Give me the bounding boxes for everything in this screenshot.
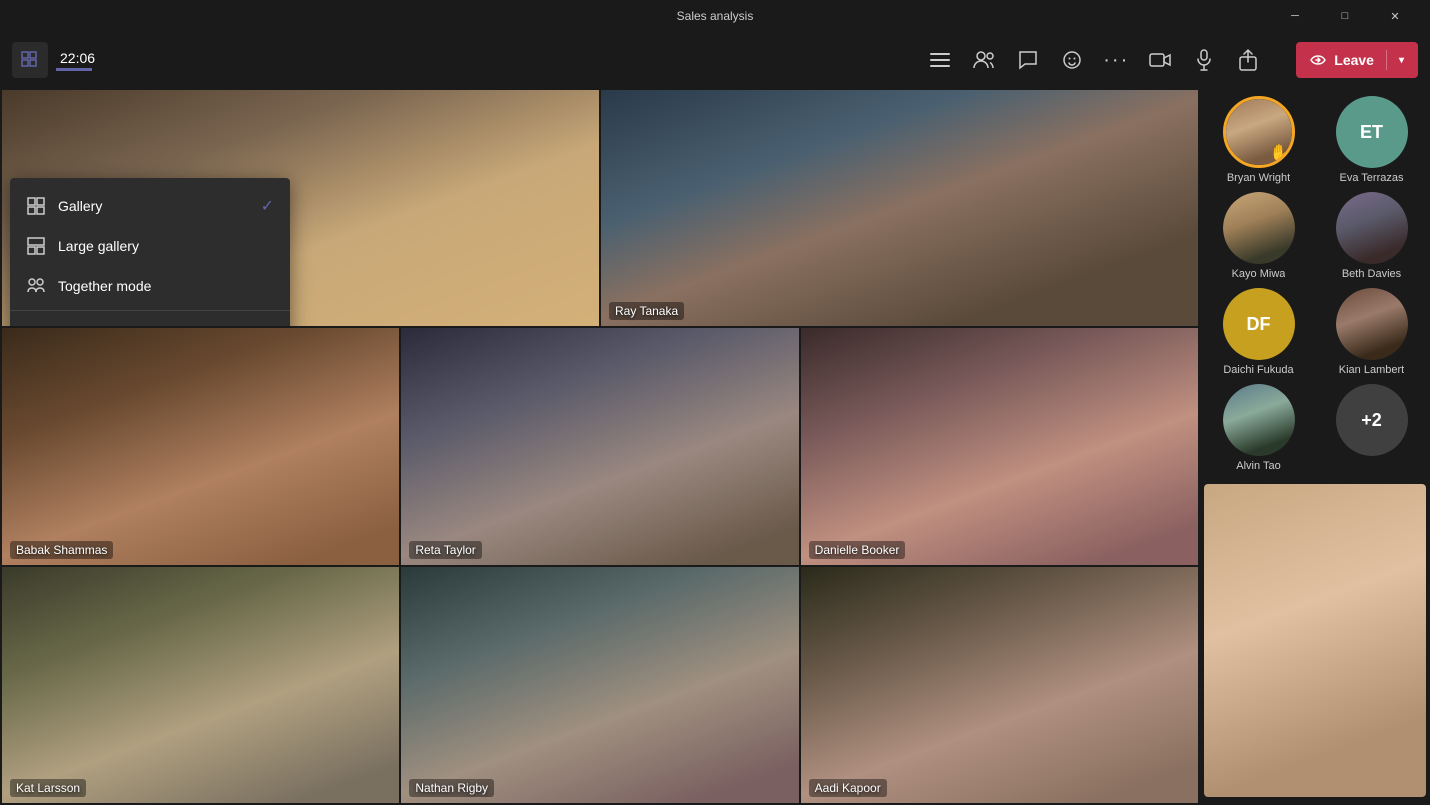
title-bar: Sales analysis ─ □ ✕ (0, 0, 1430, 32)
gallery-icon (26, 196, 46, 216)
avatar-kian (1336, 288, 1408, 360)
name-beth: Beth Davies (1342, 268, 1401, 280)
participant-daichi: DF Daichi Fukuda (1214, 288, 1304, 376)
sidebar-participants: ✋ Bryan Wright ET Eva Terrazas Kayo Miwa (1200, 88, 1430, 805)
dropdown-gallery[interactable]: Gallery ✓ (10, 186, 290, 226)
name-eva: Eva Terrazas (1340, 172, 1404, 184)
video-cell-danielle: Danielle Booker (801, 328, 1198, 564)
avatar-eva: ET (1336, 96, 1408, 168)
grid-view-button[interactable] (12, 42, 48, 78)
label-aadi: Aadi Kapoor (809, 779, 887, 797)
toolbar-icons: ··· (920, 40, 1268, 80)
share-button[interactable] (1228, 40, 1268, 80)
dropdown-divider-1 (10, 310, 290, 311)
menu-icon-button[interactable] (920, 40, 960, 80)
video-cell-reta: Reta Taylor (401, 328, 798, 564)
video-cell-aadi: Aadi Kapoor (801, 567, 1198, 803)
timer-bar (56, 68, 92, 71)
gallery-at-top-icon (26, 325, 46, 326)
name-kian: Kian Lambert (1339, 364, 1404, 376)
video-grid: Gallery ✓ Large gallery (0, 88, 1200, 805)
hand-raise-icon: ✋ (1270, 143, 1290, 163)
video-cell-krystal: Gallery ✓ Large gallery (2, 90, 599, 326)
video-cell-ray: Ray Tanaka (601, 90, 1198, 326)
label-reta: Reta Taylor (409, 541, 481, 559)
participant-bryan: ✋ Bryan Wright (1214, 96, 1304, 184)
toolbar: 22:06 (0, 32, 1430, 88)
avatar-kayo (1223, 192, 1295, 264)
view-dropdown-menu: Gallery ✓ Large gallery (10, 178, 290, 326)
app-title: Sales analysis (677, 9, 754, 23)
participant-more: +2 (1327, 384, 1417, 472)
dropdown-gallery-at-top[interactable]: Gallery at top (10, 315, 290, 326)
name-alvin: Alvin Tao (1236, 460, 1280, 472)
more-badge[interactable]: +2 (1336, 384, 1408, 456)
sidebar-row-3: DF Daichi Fukuda Kian Lambert (1204, 288, 1426, 376)
close-button[interactable]: ✕ (1372, 0, 1418, 32)
window-controls: ─ □ ✕ (1272, 0, 1418, 32)
participant-kayo: Kayo Miwa (1214, 192, 1304, 280)
video-cell-babak: Babak Shammas (2, 328, 399, 564)
gallery-check: ✓ (261, 196, 274, 216)
sidebar-row-2: Kayo Miwa Beth Davies (1204, 192, 1426, 280)
participant-beth: Beth Davies (1327, 192, 1417, 280)
avatar-bryan: ✋ (1223, 96, 1295, 168)
sidebar-bottom-video (1204, 484, 1426, 797)
together-mode-icon (26, 276, 46, 296)
maximize-button[interactable]: □ (1322, 0, 1368, 32)
video-row-3: Kat Larsson Nathan Rigby Aadi Kapoor (2, 567, 1198, 803)
leave-divider (1386, 50, 1387, 70)
leave-button[interactable]: Leave ▾ (1296, 42, 1418, 78)
mic-button[interactable] (1184, 40, 1224, 80)
large-gallery-label: Large gallery (58, 238, 139, 254)
avatar-alvin (1223, 384, 1295, 456)
gallery-label: Gallery (58, 198, 102, 214)
sidebar-row-1: ✋ Bryan Wright ET Eva Terrazas (1204, 96, 1426, 184)
label-babak: Babak Shammas (10, 541, 113, 559)
chat-icon-button[interactable] (1008, 40, 1048, 80)
participant-kian: Kian Lambert (1327, 288, 1417, 376)
camera-button[interactable] (1140, 40, 1180, 80)
call-timer: 22:06 (60, 50, 95, 66)
name-daichi: Daichi Fukuda (1223, 364, 1293, 376)
video-cell-nathan: Nathan Rigby (401, 567, 798, 803)
together-mode-label: Together mode (58, 278, 151, 294)
sidebar-row-4: Alvin Tao +2 (1204, 384, 1426, 472)
avatar-daichi: DF (1223, 288, 1295, 360)
leave-label: Leave (1334, 52, 1374, 68)
toolbar-left: 22:06 (12, 42, 95, 78)
reactions-icon-button[interactable] (1052, 40, 1092, 80)
video-row-1: Gallery ✓ Large gallery (2, 90, 1198, 326)
timer-wrapper: 22:06 (56, 50, 95, 71)
more-options-button[interactable]: ··· (1096, 40, 1136, 80)
main-content: Gallery ✓ Large gallery (0, 88, 1430, 805)
name-kayo: Kayo Miwa (1232, 268, 1286, 280)
label-kat: Kat Larsson (10, 779, 86, 797)
name-bryan: Bryan Wright (1227, 172, 1290, 184)
video-row-2: Babak Shammas Reta Taylor Danielle Booke… (2, 328, 1198, 564)
dropdown-together-mode[interactable]: Together mode (10, 266, 290, 306)
minimize-button[interactable]: ─ (1272, 0, 1318, 32)
leave-chevron[interactable]: ▾ (1399, 55, 1404, 66)
label-nathan: Nathan Rigby (409, 779, 494, 797)
avatar-beth (1336, 192, 1408, 264)
dropdown-large-gallery[interactable]: Large gallery (10, 226, 290, 266)
label-danielle: Danielle Booker (809, 541, 906, 559)
people-icon-button[interactable] (964, 40, 1004, 80)
large-gallery-icon (26, 236, 46, 256)
participant-eva: ET Eva Terrazas (1327, 96, 1417, 184)
label-ray: Ray Tanaka (609, 302, 684, 320)
participant-alvin: Alvin Tao (1214, 384, 1304, 472)
video-cell-kat: Kat Larsson (2, 567, 399, 803)
